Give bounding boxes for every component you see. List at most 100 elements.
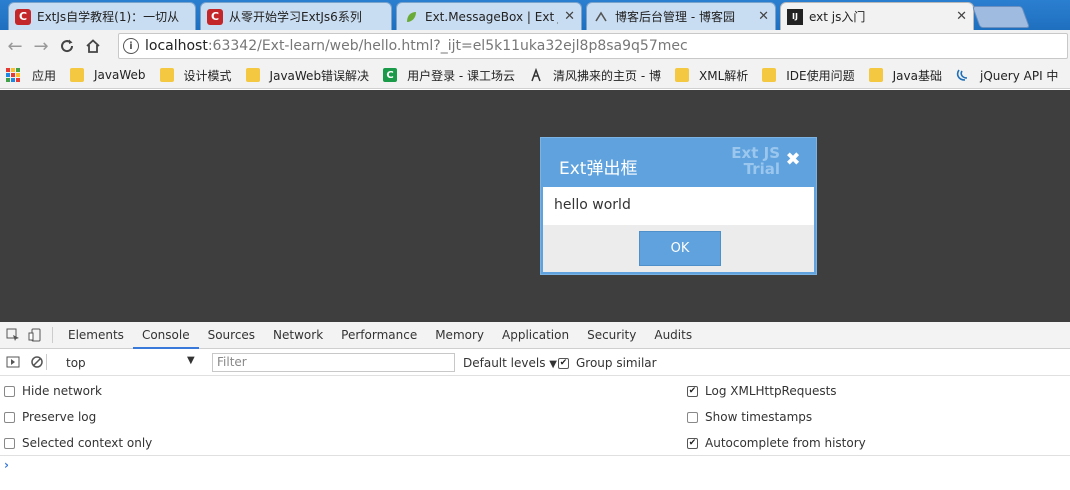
bookmark-folder-javaweb-errors[interactable]: JavaWeb错误解决 (245, 67, 370, 84)
checkbox-unchecked[interactable] (4, 437, 15, 449)
bookmark-jquery-api[interactable]: jQuery API 中 (956, 67, 1058, 84)
devtools-tab-network[interactable]: Network (264, 322, 332, 349)
bookmark-label: jQuery API 中 (980, 68, 1059, 83)
close-tab-icon[interactable]: ✕ (758, 9, 769, 24)
checkbox-checked[interactable]: ✔ (687, 437, 698, 449)
setting-show-timestamps[interactable]: Show timestamps (687, 410, 812, 424)
browser-toolbar: ← → i localhost:63342/Ext-learn/web/hell… (0, 30, 1070, 62)
setting-label: Show timestamps (705, 410, 813, 424)
checkbox-checked[interactable]: ✔ (558, 357, 569, 369)
bookmark-homepage[interactable]: 清风拂来的主页 - 博 (529, 67, 661, 84)
c-logo-icon: C (383, 68, 398, 82)
new-tab-button[interactable] (971, 6, 1031, 28)
setting-autocomplete-history[interactable]: ✔ Autocomplete from history (687, 436, 866, 450)
message-box-header[interactable]: Ext弹出框 Ext JS Trial ✖ (542, 139, 815, 187)
browser-tab-strip: C ExtJs自学教程(1)：一切从 C 从零开始学习ExtJs6系列 Ext.… (0, 0, 1070, 30)
devtools-tab-bar: Elements Console Sources Network Perform… (0, 322, 1070, 349)
clear-console-icon[interactable] (28, 353, 46, 371)
setting-label: Selected context only (22, 436, 153, 450)
leaf-icon (403, 9, 419, 25)
ok-button[interactable]: OK (639, 231, 721, 266)
setting-selected-context-only[interactable]: Selected context only (4, 436, 152, 450)
context-value: top (66, 356, 86, 370)
setting-label: Log XMLHttpRequests (705, 384, 837, 398)
sidebar-toggle-icon[interactable] (4, 353, 22, 371)
checkbox-unchecked[interactable] (4, 385, 15, 397)
bookmark-label: 清风拂来的主页 - 博 (553, 68, 661, 83)
cnblogs-icon (593, 9, 609, 25)
bookmark-login[interactable]: C 用户登录 - 课工场云 (383, 67, 515, 84)
bookmark-label: Java基础 (892, 68, 942, 83)
folder-icon (762, 68, 777, 82)
bookmark-label: XML解析 (699, 68, 749, 83)
tab-title: ext js入门 (809, 10, 866, 24)
group-similar-label: Group similar (576, 356, 657, 370)
bookmark-folder-java-basics[interactable]: Java基础 (868, 67, 942, 84)
bookmark-folder-xml[interactable]: XML解析 (675, 67, 748, 84)
bookmark-apps[interactable]: 应用 (6, 67, 56, 84)
home-icon[interactable] (80, 33, 106, 59)
devtools-tab-memory[interactable]: Memory (426, 322, 493, 349)
context-selector[interactable]: top ▼ (66, 355, 196, 370)
setting-label: Hide network (22, 384, 102, 398)
page-content: Ext弹出框 Ext JS Trial ✖ hello world OK (0, 90, 1070, 322)
setting-label: Autocomplete from history (705, 436, 866, 450)
close-tab-icon[interactable]: ✕ (956, 9, 967, 24)
csdn-favicon-icon: C (207, 8, 223, 25)
browser-tab-5-active[interactable]: IJ ext js入门 ✕ (780, 2, 974, 30)
message-box-dialog: Ext弹出框 Ext JS Trial ✖ hello world OK (541, 138, 816, 274)
folder-icon (868, 68, 883, 82)
forward-arrow-icon[interactable]: → (28, 33, 54, 59)
address-bar[interactable]: i localhost:63342/Ext-learn/web/hello.ht… (118, 33, 1068, 59)
message-text: hello world (543, 187, 814, 225)
close-tab-icon[interactable]: ✕ (564, 9, 575, 24)
checkbox-unchecked[interactable] (4, 411, 15, 423)
browser-tab-3[interactable]: Ext.MessageBox | Ext JS ✕ (396, 2, 582, 30)
message-box-title: Ext弹出框 (559, 159, 638, 179)
dropdown-arrow-icon: ▼ (187, 355, 195, 366)
folder-icon (159, 68, 174, 82)
devtools-tab-performance[interactable]: Performance (332, 322, 426, 349)
toolbar-divider (46, 354, 47, 370)
setting-hide-network[interactable]: Hide network (4, 384, 102, 398)
devtools-tab-sources[interactable]: Sources (199, 322, 264, 349)
bookmark-folder-design-patterns[interactable]: 设计模式 (159, 67, 232, 84)
devtools-tab-audits[interactable]: Audits (645, 322, 701, 349)
console-prompt-icon[interactable]: › (4, 458, 9, 472)
devtools-tab-application[interactable]: Application (493, 322, 578, 349)
setting-preserve-log[interactable]: Preserve log (4, 410, 96, 424)
watermark-line-2: Trial (743, 160, 780, 178)
checkbox-unchecked[interactable] (687, 411, 698, 423)
device-toolbar-icon[interactable] (26, 326, 44, 344)
devtools-tab-elements[interactable]: Elements (59, 322, 133, 349)
browser-tab-2[interactable]: C 从零开始学习ExtJs6系列 (200, 2, 392, 30)
console-settings: Hide network Preserve log Selected conte… (0, 376, 1070, 456)
console-filter-input[interactable]: Filter (212, 353, 455, 372)
bookmark-label: 应用 (32, 68, 57, 83)
group-similar-toggle[interactable]: ✔ Group similar (558, 356, 657, 370)
bookmark-label: JavaWeb错误解决 (269, 68, 370, 83)
site-info-icon[interactable]: i (123, 38, 139, 54)
devtools-tab-security[interactable]: Security (578, 322, 645, 349)
inspect-element-icon[interactable] (4, 326, 22, 344)
reload-icon[interactable] (54, 33, 80, 59)
tab-title: 博客后台管理 - 博客园 (615, 10, 735, 24)
intellij-icon: IJ (787, 8, 803, 25)
checkbox-checked[interactable]: ✔ (687, 385, 698, 397)
tab-title: Ext.MessageBox | Ext JS (425, 9, 559, 24)
apps-grid-icon (6, 68, 20, 82)
bookmark-folder-ide[interactable]: IDE使用问题 (762, 67, 855, 84)
browser-tab-1[interactable]: C ExtJs自学教程(1)：一切从 (8, 2, 196, 30)
bookmark-label: IDE使用问题 (786, 68, 855, 83)
browser-tab-4[interactable]: 博客后台管理 - 博客园 ✕ (586, 2, 776, 30)
back-arrow-icon[interactable]: ← (2, 33, 28, 59)
log-levels-dropdown[interactable]: Default levels ▼ (463, 356, 557, 370)
setting-log-xmlhttprequests[interactable]: ✔ Log XMLHttpRequests (687, 384, 837, 398)
watermark-line-1: Ext JS (731, 144, 780, 162)
bookmark-folder-javaweb[interactable]: JavaWeb (70, 68, 146, 82)
bookmark-label: 设计模式 (183, 68, 232, 83)
csdn-favicon-icon: C (15, 8, 31, 25)
devtools-tab-console[interactable]: Console (132, 322, 199, 349)
close-icon[interactable]: ✖ (784, 151, 802, 169)
log-levels-value: Default levels (463, 356, 546, 370)
